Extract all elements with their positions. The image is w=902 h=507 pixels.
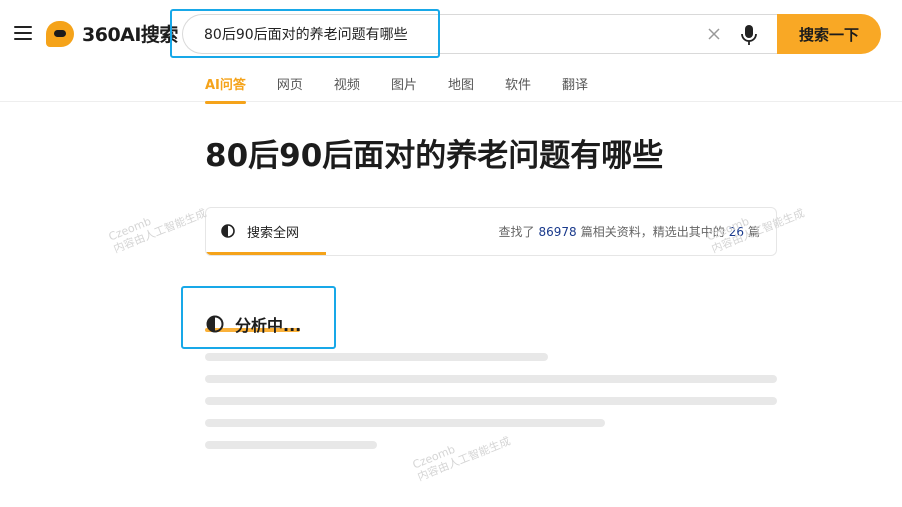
search-all-label: 搜索全网 [247,226,300,241]
logo[interactable]: 360AI搜索 [46,20,178,47]
tab-3[interactable]: 图片 [391,74,417,101]
tab-5[interactable]: 软件 [505,74,531,101]
page: 360AI搜索 搜索一下 AI问答 网页 视频 图片 地图 软件 翻译 80后90后面对的养… [0,0,902,507]
skeleton-line [205,353,548,361]
skeleton-line [205,419,605,427]
analysis-status: 分析中... [206,312,301,336]
tab-2[interactable]: 视频 [334,74,360,101]
microphone-icon[interactable] [740,24,758,46]
tab-4[interactable]: 地图 [448,74,474,101]
skeleton-line [205,397,777,405]
page-title: 80后90后面对的养老问题有哪些 [205,138,664,174]
watermark: Czeomb 内容由人工智能生成 [107,194,209,255]
watermark-line1: Czeomb [106,214,154,244]
logo-text: 360AI搜索 [82,24,178,46]
search-stats: 查找了 86978 篇相关资料，精选出其中的 26 篇 [498,223,760,240]
tab-1[interactable]: 网页 [277,74,303,101]
watermark: Czeomb 内容由人工智能生成 [411,422,513,483]
half-circle-icon [221,224,235,238]
search-button[interactable]: 搜索一下 [777,14,881,54]
skeleton-line [205,441,377,449]
stats-suffix: 篇 [747,225,760,239]
header: 360AI搜索 搜索一下 AI问答 网页 视频 图片 地图 软件 翻译 [0,0,902,104]
half-circle-icon [206,315,224,333]
search-result-card[interactable]: 搜索全网 查找了 86978 篇相关资料，精选出其中的 26 篇 [205,207,777,256]
watermark-line2: 内容由人工智能生成 [111,206,209,256]
watermark-line1: Czeomb [410,442,458,472]
search-progress-bar [206,252,326,255]
search-input[interactable] [204,15,684,53]
selected-count: 26 [728,225,744,239]
stats-prefix: 查找了 [498,225,535,239]
logo-icon [46,20,74,47]
menu-icon[interactable] [14,26,32,42]
total-count: 86978 [538,225,577,239]
skeleton-line [205,375,777,383]
stats-middle: 篇相关资料，精选出其中的 [580,225,725,239]
analysis-status-label: 分析中... [235,316,302,335]
watermark-line2: 内容由人工智能生成 [415,434,513,484]
tab-6[interactable]: 翻译 [562,74,588,101]
clear-icon[interactable] [706,26,722,42]
tab-0[interactable]: AI问答 [205,74,246,104]
search-tabs: AI问答 网页 视频 图片 地图 软件 翻译 [205,74,619,104]
search-box [182,14,780,54]
